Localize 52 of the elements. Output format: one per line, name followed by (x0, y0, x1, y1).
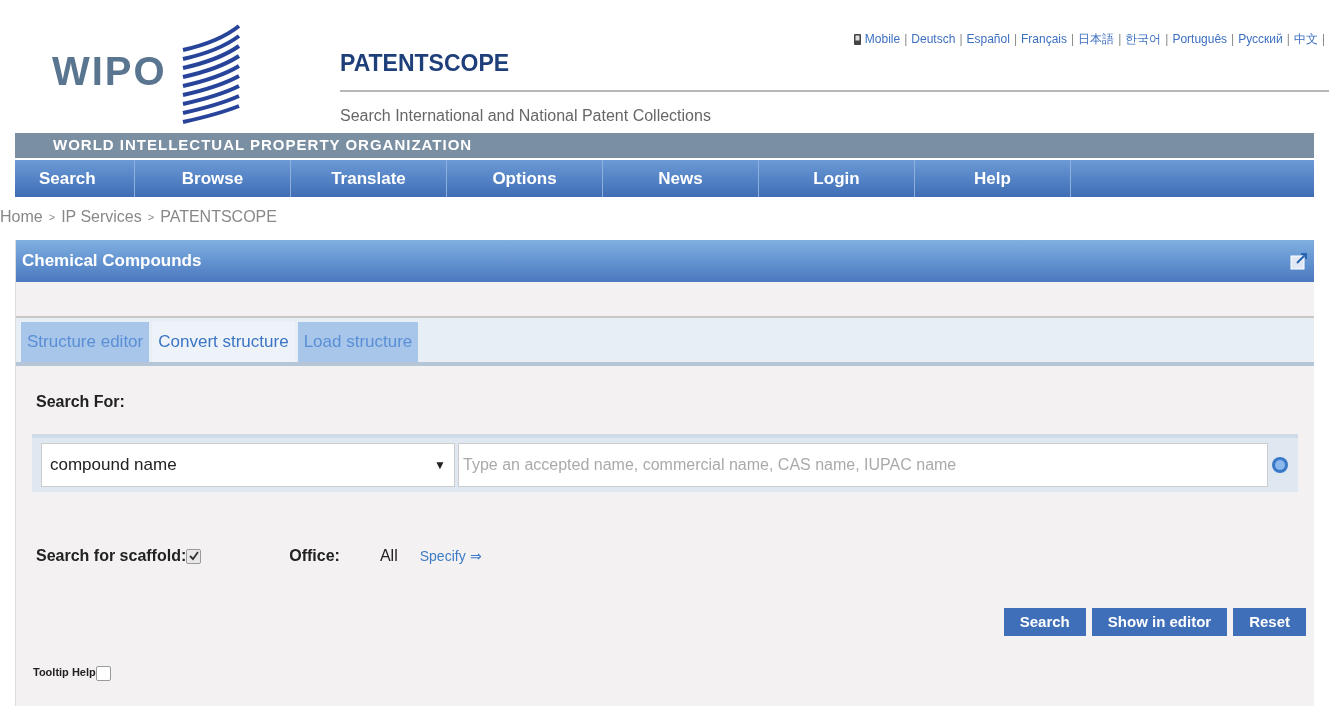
language-link[interactable]: Mobile (864, 30, 901, 48)
language-link[interactable]: 한국어 (1125, 30, 1162, 48)
specify-link[interactable]: Specify ⇒ (419, 545, 482, 567)
breadcrumb-link[interactable]: Home (0, 205, 43, 229)
checkbox[interactable] (186, 548, 202, 564)
separator: | (1231, 31, 1235, 48)
nav-item[interactable]: News (603, 160, 759, 197)
nav-item[interactable]: Login (759, 160, 915, 197)
breadcrumb-link[interactable]: PATENTSCOPE (160, 205, 277, 229)
language-link[interactable]: Español (966, 30, 1010, 48)
nav-item[interactable]: Browse (135, 160, 291, 197)
breadcrumb-link[interactable]: IP Services (61, 205, 142, 229)
office-value: All (379, 546, 398, 566)
external-window-icon[interactable] (1290, 252, 1308, 270)
nav-item[interactable]: Search (15, 160, 135, 197)
separator: | (1118, 31, 1122, 48)
separator: | (1013, 31, 1017, 48)
mobile-phone-icon (853, 33, 861, 45)
language-link[interactable]: Русский (1238, 30, 1283, 48)
separator: | (904, 31, 908, 48)
tab[interactable]: Convert structure (152, 322, 295, 362)
separator: | (1071, 31, 1075, 48)
separator: | (1321, 31, 1325, 48)
breadcrumb-separator: > (147, 209, 155, 225)
language-link[interactable]: 中文 (1293, 30, 1318, 48)
nav-item[interactable]: Help (915, 160, 1071, 197)
logo-text: WIPO (52, 47, 167, 95)
separator: | (959, 31, 963, 48)
panel-title: Chemical Compounds (22, 250, 202, 273)
tooltip-help-label: Tooltip Help (33, 665, 96, 680)
language-link[interactable]: Deutsch (911, 30, 956, 48)
scaffold-label: Search for scaffold: (36, 546, 187, 566)
compound-type-select[interactable]: compound name ▼ (41, 443, 455, 487)
action-button[interactable]: Show in editor (1091, 608, 1228, 636)
nav-item[interactable]: Translate (291, 160, 447, 197)
action-button[interactable]: Reset (1233, 608, 1306, 636)
office-label: Office: (289, 546, 340, 566)
subtitle: Search International and National Patent Collections (340, 106, 712, 126)
nav-item[interactable]: Options (447, 160, 603, 197)
separator: | (1286, 31, 1290, 48)
language-link[interactable]: Français (1021, 30, 1067, 48)
language-link[interactable]: 日本語 (1078, 30, 1115, 48)
product-title: PATENTSCOPE (340, 49, 510, 78)
compound-name-input[interactable]: Type an accepted name, commercial name, CAS name, IUPAC name (458, 443, 1268, 487)
help-icon[interactable] (1271, 456, 1289, 474)
organization-name: WORLD INTELLECTUAL PROPERTY ORGANIZATION (53, 135, 473, 156)
separator: | (1165, 31, 1169, 48)
language-link[interactable]: Português (1172, 30, 1228, 48)
search-for-label: Search For: (36, 392, 126, 412)
breadcrumb-separator: > (48, 209, 56, 225)
action-button[interactable]: Search (1003, 608, 1086, 636)
checkbox[interactable] (95, 665, 111, 681)
